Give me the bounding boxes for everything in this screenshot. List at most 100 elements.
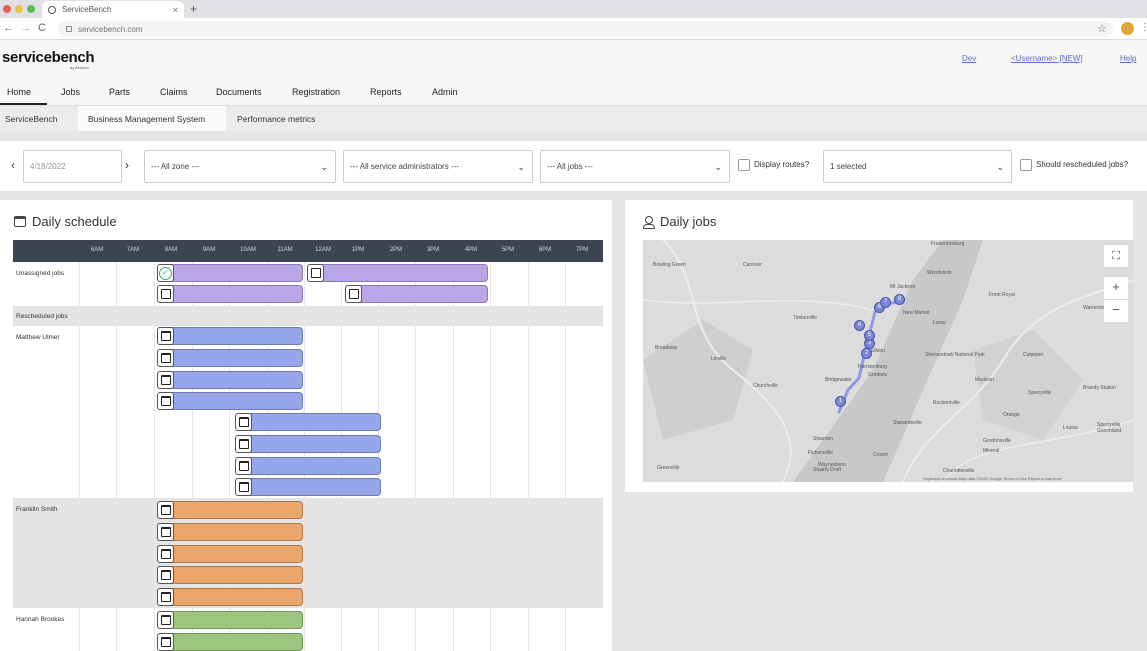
daily-jobs-title: Daily jobs [643, 214, 716, 229]
minimize-window-icon[interactable] [15, 5, 23, 13]
job-bar-tech1[interactable] [157, 327, 303, 345]
bookmark-star-icon[interactable]: ☆ [1097, 22, 1107, 35]
nav-admin[interactable]: Admin [432, 87, 458, 97]
url-input[interactable]: servicebench.com [58, 21, 1113, 37]
job-bar-tech1[interactable] [235, 478, 381, 496]
job-bar-unassigned[interactable] [345, 285, 488, 303]
map-place-label: Churchville [753, 383, 778, 389]
job-bar-tech2[interactable] [157, 545, 303, 563]
job-bar-tech1[interactable] [235, 457, 381, 475]
hour-label: 10AM [240, 247, 256, 253]
map-place-label: Mt Jackson [890, 284, 916, 290]
job-map-pin[interactable]: 5 [864, 330, 875, 341]
nav-reports[interactable]: Reports [370, 87, 402, 97]
job-bar-tech3[interactable] [157, 611, 303, 629]
map-place-label: Gordonsville [983, 438, 1011, 444]
edit-icon[interactable] [345, 285, 362, 303]
map-place-label: Orange [1003, 412, 1020, 418]
edit-icon[interactable] [157, 285, 174, 303]
nav-claims[interactable]: Claims [160, 87, 188, 97]
next-day-icon[interactable]: › [125, 158, 129, 172]
display-routes-checkbox[interactable] [738, 159, 750, 171]
prev-day-icon[interactable]: ‹ [11, 158, 15, 172]
close-tab-icon[interactable]: × [173, 5, 178, 15]
main-nav: Home Jobs Parts Claims Documents Registr… [0, 78, 1147, 106]
zoom-in-button[interactable]: + [1104, 277, 1128, 299]
calendar-icon [157, 501, 174, 519]
hour-label: 5PM [501, 247, 515, 253]
rescheduled-jobs-checkbox[interactable] [1020, 159, 1032, 171]
row-label-tech2: Franklin Smith [16, 506, 58, 513]
chevron-down-icon: ⌄ [517, 162, 525, 172]
username-link[interactable]: <Username> [NEW] [1011, 54, 1083, 63]
job-map-pin[interactable]: 1 [835, 396, 846, 407]
map-place-label: New Market [903, 310, 930, 316]
subtab-servicebench[interactable]: ServiceBench [0, 106, 62, 131]
browser-tab[interactable]: ServiceBench × [42, 1, 184, 18]
job-bar-tech1[interactable] [157, 371, 303, 389]
back-icon[interactable]: ← [3, 22, 14, 34]
grid-line [528, 262, 529, 651]
close-window-icon[interactable] [3, 5, 11, 13]
job-map-pin[interactable]: 8 [894, 294, 905, 305]
map-place-label: Harrisonburg [858, 364, 887, 370]
forward-icon[interactable]: → [20, 22, 31, 34]
zone-select[interactable]: --- All zone --- ⌄ [144, 150, 336, 183]
person-pin-icon [643, 215, 655, 229]
url-text: servicebench.com [78, 24, 143, 34]
new-tab-button[interactable]: + [190, 2, 197, 16]
job-bar-tech1[interactable] [235, 435, 381, 453]
help-link[interactable]: Help [1120, 54, 1136, 63]
job-bar-tech1[interactable] [157, 349, 303, 367]
browser-tab-bar: ServiceBench × + [0, 0, 1147, 18]
nav-jobs[interactable]: Jobs [61, 87, 80, 97]
job-bar-tech2[interactable] [157, 501, 303, 519]
edit-icon[interactable] [307, 264, 324, 282]
maximize-window-icon[interactable] [27, 5, 35, 13]
job-bar-unassigned[interactable] [307, 264, 488, 282]
job-bar-unassigned[interactable] [157, 285, 303, 303]
chevron-down-icon: ⌄ [714, 162, 722, 172]
date-input[interactable]: 4/18/2022 [23, 150, 122, 183]
route-multi-select-value: 1 selected [830, 162, 867, 171]
calendar-icon [14, 216, 26, 227]
jobs-select[interactable]: --- All jobs --- ⌄ [540, 150, 730, 183]
dev-link[interactable]: Dev [962, 54, 976, 63]
rescheduled-jobs-label: Should rescheduled jobs? [1036, 160, 1129, 169]
jobs-map[interactable]: Fredericksburg Bowling Green Canover Cha… [643, 240, 1134, 482]
servicebench-logo[interactable]: servicebench [2, 49, 95, 66]
nav-parts[interactable]: Parts [109, 87, 130, 97]
job-map-pin[interactable]: 4 [854, 320, 865, 331]
nav-home[interactable]: Home [7, 87, 31, 97]
nav-documents[interactable]: Documents [216, 87, 262, 97]
job-bar-tech2[interactable] [157, 588, 303, 606]
service-admin-select[interactable]: --- All service administrators --- ⌄ [343, 150, 533, 183]
subtab-business-management-system[interactable]: Business Management System [78, 106, 226, 131]
job-bar-tech1[interactable] [235, 413, 381, 431]
job-map-pin[interactable]: 7 [880, 297, 891, 308]
zoom-out-button[interactable]: − [1104, 300, 1128, 322]
calendar-icon [235, 478, 252, 496]
filter-bar: ‹ 4/18/2022 › --- All zone --- ⌄ --- All… [0, 141, 1147, 191]
completed-check-icon[interactable] [157, 264, 174, 282]
calendar-icon [157, 523, 174, 541]
job-bar-tech2[interactable] [157, 566, 303, 584]
job-bar-tech1[interactable] [157, 392, 303, 410]
browser-menu-icon[interactable]: ⋮ [1140, 22, 1147, 33]
route-multi-select[interactable]: 1 selected ⌄ [823, 150, 1012, 183]
job-map-pin[interactable]: 2 [861, 348, 872, 359]
job-bar-tech3[interactable] [157, 633, 303, 651]
map-place-label: Louisa [1063, 425, 1078, 431]
subtab-performance-metrics[interactable]: Performance metrics [232, 106, 320, 131]
profile-avatar[interactable] [1121, 22, 1134, 35]
map-place-label: Mineral [983, 448, 1000, 454]
job-bar-tech2[interactable] [157, 523, 303, 541]
reload-icon[interactable]: C [38, 22, 46, 34]
nav-registration[interactable]: Registration [292, 87, 340, 97]
grid-line [453, 262, 454, 651]
logo-subtitle: by Asurion [70, 65, 89, 70]
fullscreen-button[interactable]: ⛶ [1104, 245, 1128, 267]
hour-label: 8AM [164, 247, 178, 253]
map-place-label: Canover [743, 262, 762, 268]
job-bar-unassigned[interactable] [157, 264, 303, 282]
